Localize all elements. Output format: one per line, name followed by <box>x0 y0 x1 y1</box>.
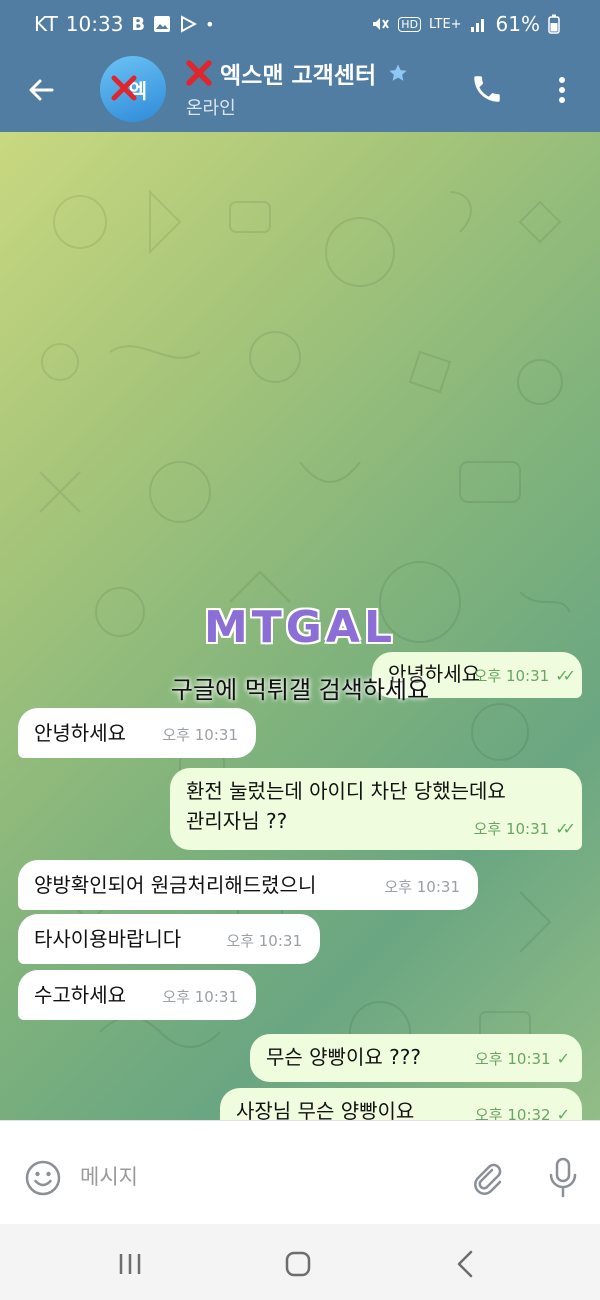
message-text: 타사이용바랍니다 <box>34 927 182 951</box>
message-text: 무슨 양빵이요 ??? <box>266 1045 421 1069</box>
mute-icon <box>370 14 390 34</box>
message-incoming[interactable]: 안녕하세요 오후 10:31 <box>18 708 256 758</box>
message-input[interactable] <box>80 1155 450 1199</box>
message-incoming[interactable]: 수고하세요 오후 10:31 <box>18 970 256 1020</box>
status-bar: KT 10:33 B • HD LTE+ 61% <box>0 0 600 48</box>
message-time: 오후 10:31 <box>226 932 302 950</box>
red-x-icon <box>111 75 137 101</box>
message-text: 안녕하세요 <box>34 721 126 745</box>
double-check-icon: ✓✓ <box>555 819 576 838</box>
avatar[interactable]: 엑 <box>100 56 166 122</box>
recent-apps-icon <box>119 1254 141 1274</box>
message-text: 수고하세요 <box>34 983 126 1007</box>
attach-button[interactable] <box>470 1161 506 1197</box>
more-vertical-icon <box>559 77 565 103</box>
microphone-icon <box>549 1157 577 1198</box>
message-time: 오후 10:31 <box>162 726 238 744</box>
check-icon: ✓ <box>556 1105 570 1120</box>
system-nav-bar <box>0 1224 600 1300</box>
phone-icon <box>474 76 500 102</box>
signal-icon <box>470 15 488 33</box>
chat-area[interactable]: MTGAL 안녕하세요 오후 10:31 ✓✓ 구글에 먹튀갤 검색하세요 안녕하… <box>0 132 600 1120</box>
message-outgoing[interactable]: 무슨 양빵이요 ??? 오후 10:31 ✓ <box>250 1034 582 1082</box>
chat-title: 엑스맨 고객센터 <box>220 63 377 89</box>
home-icon <box>285 1251 311 1277</box>
status-left: KT 10:33 B • <box>34 12 215 36</box>
call-button[interactable] <box>470 72 504 106</box>
message-text: 사장님 무슨 양빵이요 <box>236 1099 415 1120</box>
message-text: 양방확인되어 원금처리해드렸으니 <box>34 873 317 897</box>
chat-header: 엑 엑스맨 고객센터 온라인 <box>0 48 600 132</box>
message-composer <box>0 1120 600 1224</box>
red-x-icon <box>186 60 212 86</box>
chevron-left-icon <box>457 1250 473 1278</box>
dot-icon: • <box>205 14 215 34</box>
watermark-text: 구글에 먹튀갤 검색하세요 <box>170 676 430 704</box>
hd-icon: HD <box>398 16 422 32</box>
clock: 10:33 <box>65 12 124 36</box>
b-app-icon: B <box>131 13 146 35</box>
chat-title-area[interactable]: 엑스맨 고객센터 <box>184 56 408 90</box>
microphone-button[interactable] <box>548 1157 578 1199</box>
message-time: 오후 10:31 <box>473 820 550 838</box>
recent-apps-button[interactable] <box>112 1246 148 1282</box>
check-icon: ✓ <box>556 1049 570 1068</box>
message-incoming[interactable]: 타사이용바랍니다 오후 10:31 <box>18 914 320 964</box>
message-time: 오후 10:32 <box>474 1106 551 1120</box>
message-time: 오후 10:31 <box>384 878 460 896</box>
play-store-icon <box>179 15 198 33</box>
system-back-button[interactable] <box>448 1246 484 1282</box>
smiley-icon <box>25 1160 61 1196</box>
status-right: HD LTE+ 61% <box>370 12 560 36</box>
carrier-label: KT <box>34 12 58 36</box>
gallery-icon <box>153 15 171 33</box>
star-icon <box>389 64 407 81</box>
message-text-line1: 환전 눌렀는데 아이디 차단 당했는데요 <box>186 779 506 803</box>
arrow-left-icon <box>29 79 54 101</box>
message-time: 오후 10:31 <box>474 1050 551 1068</box>
battery-icon <box>548 14 560 34</box>
home-button[interactable] <box>280 1246 316 1282</box>
network-label: LTE+ <box>429 16 462 32</box>
more-button[interactable] <box>548 72 576 108</box>
watermark-logo: MTGAL <box>203 602 396 653</box>
message-time: 오후 10:31 <box>162 988 238 1006</box>
paperclip-icon <box>474 1163 502 1195</box>
message-outgoing[interactable]: 사장님 무슨 양빵이요 오후 10:32 ✓ <box>220 1088 582 1120</box>
message-outgoing[interactable]: 환전 눌렀는데 아이디 차단 당했는데요 관리자님 ?? 오후 10:31 ✓✓ <box>170 768 582 850</box>
back-button[interactable] <box>22 70 62 110</box>
battery-percent: 61% <box>495 12 540 36</box>
emoji-button[interactable] <box>24 1159 62 1197</box>
online-status: 온라인 <box>186 98 236 119</box>
message-incoming[interactable]: 양방확인되어 원금처리해드렸으니 오후 10:31 <box>18 860 478 910</box>
